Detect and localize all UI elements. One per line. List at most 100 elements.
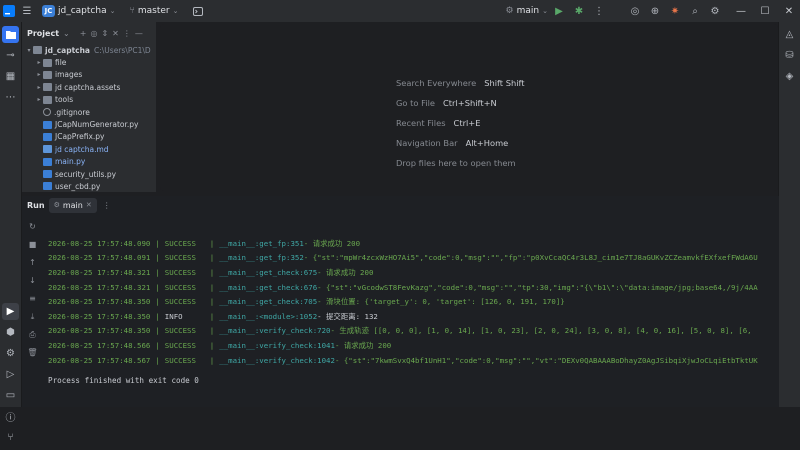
project-panel-title[interactable]: Project (27, 29, 59, 38)
chevron-down-icon[interactable]: ▾ (25, 47, 33, 54)
close-tab-icon[interactable]: ✕ (86, 201, 92, 209)
log-separator: | (209, 311, 215, 321)
run-tool-icon[interactable]: ▶ (2, 303, 19, 320)
tree-file[interactable]: jd captcha.md (22, 143, 156, 155)
chevron-right-icon[interactable]: ▸ (35, 71, 43, 78)
vcs-tool-icon[interactable]: ⑂ (2, 429, 19, 446)
more-actions-icon[interactable]: ⋮ (590, 2, 608, 20)
folder-icon (43, 70, 52, 79)
run-panel-title[interactable]: Run (27, 201, 45, 210)
log-source: __main__:<module>:1052 (219, 311, 318, 321)
log-message: - {"st":"7kwmSvxQ4bf1UnH1","code":0,"msg… (334, 355, 758, 365)
tree-item-label: .gitignore (54, 107, 90, 117)
tree-item-label: jd_captcha (45, 45, 90, 55)
collapse-all-icon[interactable]: ✕ (112, 29, 119, 38)
debug-icon[interactable]: ✱ (570, 2, 588, 20)
chevron-down-icon[interactable]: ⌄ (63, 29, 70, 38)
scroll-down-icon[interactable]: ↓ (25, 273, 40, 288)
project-switcher[interactable]: JC jd_captcha ⌄ (42, 5, 115, 17)
run-toolbar: ↻ ■ ↑ ↓ ≡ ⤓ ⎙ 🗑 (22, 216, 42, 363)
log-separator: | (209, 267, 215, 277)
python-icon: ⚙ (53, 201, 60, 209)
problems-icon[interactable]: ⓘ (2, 408, 19, 425)
services-icon[interactable]: ⚙ (2, 345, 19, 362)
sciview-icon[interactable]: ◈ (781, 68, 798, 85)
tree-folder[interactable]: ▸ file (22, 56, 156, 68)
run-config-selector[interactable]: ⚙ main ⌄ (506, 6, 548, 16)
run-options-icon[interactable]: ⋮ (103, 201, 111, 210)
python-packages-icon[interactable]: ⬢ (2, 324, 19, 341)
chevron-down-icon: ⌄ (172, 7, 179, 15)
gitignore-file-icon (43, 108, 51, 117)
hint-shortcut: Ctrl+Shift+N (443, 98, 497, 108)
tree-file[interactable]: main.py (22, 156, 156, 168)
rerun-icon[interactable]: ↻ (25, 219, 40, 234)
project-panel-header: Project ⌄ + ◎ ⇕ ✕ ⋮ — (22, 22, 156, 44)
log-message: - {"st":"mpWr4zcxWzHO7Ai5","code":0,"msg… (303, 253, 758, 263)
close-button[interactable]: ✕ (778, 0, 800, 22)
stop-icon[interactable]: ■ (25, 237, 40, 252)
chevron-right-icon[interactable]: ▸ (35, 59, 43, 66)
tree-root[interactable]: ▾ jd_captcha C:\Users\PC1\D (22, 44, 156, 56)
hint-label: Drop files here to open them (396, 158, 516, 168)
tree-folder[interactable]: ▸ images (22, 69, 156, 81)
python-console-icon[interactable]: ▷ (2, 366, 19, 383)
search-icon[interactable]: ⌕ (686, 2, 704, 20)
ai-assistant-icon[interactable]: ◎ (626, 2, 644, 20)
terminal-icon[interactable] (189, 2, 207, 20)
run-icon[interactable]: ▶ (550, 2, 568, 20)
hint-label: Recent Files (396, 118, 446, 128)
notifications-icon[interactable]: ◬ (781, 26, 798, 43)
settings-gear-icon[interactable]: ⚙ (706, 2, 724, 20)
tree-item-label: main.py (55, 157, 86, 167)
run-panel: Run ⚙ main ✕ ⋮ ↻ ■ ↑ ↓ ≡ ⤓ ⎙ 🗑 2026-08-2… (22, 196, 779, 407)
bottom-tool-icons: ▶ ⬢ ⚙ ▷ ▭ ⓘ ⑂ (0, 299, 21, 450)
chevron-right-icon[interactable]: ▸ (35, 84, 43, 91)
print-icon[interactable]: ⎙ (25, 327, 40, 342)
tree-file[interactable]: JCapPrefix.py (22, 131, 156, 143)
main-menu-icon[interactable]: ☰ (18, 2, 36, 20)
editor-hint: Drop files here to open them (396, 158, 516, 168)
clear-all-icon[interactable]: 🗑 (25, 345, 40, 360)
structure-icon[interactable]: ▦ (2, 68, 19, 85)
tree-file[interactable]: .gitignore (22, 106, 156, 118)
scroll-up-icon[interactable]: ↑ (25, 255, 40, 270)
tree-file[interactable]: JCapNumGenerator.py (22, 118, 156, 130)
app-logo-icon[interactable] (0, 2, 18, 20)
maximize-button[interactable]: ☐ (754, 0, 776, 22)
log-source: __main__:verify_check:1041 (219, 340, 335, 350)
expand-all-icon[interactable]: ⇕ (101, 29, 108, 38)
run-console[interactable]: 2026-08-25 17:57:48.090 | SUCCESS | __main__… (48, 236, 779, 407)
tree-file[interactable]: user_cbd.py (22, 180, 156, 192)
minimize-button[interactable]: — (730, 0, 752, 22)
log-message: - {"st":"vGcodwST8FevKazg","code":0,"msg… (317, 282, 758, 292)
log-separator: | (209, 282, 215, 292)
vcs-branch-widget[interactable]: ⑂ master ⌄ (129, 6, 178, 16)
tree-item-label: JCapPrefix.py (55, 132, 105, 142)
commit-icon[interactable]: ⊸ (2, 47, 19, 64)
editor-empty-area[interactable]: Search Everywhere Shift Shift Go to File Ct… (160, 24, 778, 191)
tree-file[interactable]: security_utils.py (22, 168, 156, 180)
markdown-file-icon (43, 145, 52, 154)
soft-wrap-icon[interactable]: ≡ (25, 291, 40, 306)
right-tool-stripe: ◬ ⛁ ◈ (778, 22, 800, 407)
hint-shortcut: Ctrl+E (453, 118, 481, 128)
tree-folder[interactable]: ▸ jd captcha.assets (22, 81, 156, 93)
run-tab-main[interactable]: ⚙ main ✕ (48, 197, 97, 213)
scroll-to-end-icon[interactable]: ⤓ (25, 309, 40, 324)
code-with-me-icon[interactable]: ⊕ (646, 2, 664, 20)
hint-label: Navigation Bar (396, 138, 458, 148)
terminal-tool-icon[interactable]: ▭ (2, 387, 19, 404)
hide-icon[interactable]: — (135, 29, 143, 38)
project-tool-icon[interactable] (2, 26, 19, 43)
options-icon[interactable]: ⋮ (123, 29, 131, 38)
plugin-icon[interactable]: ✷ (666, 2, 684, 20)
database-icon[interactable]: ⛁ (781, 47, 798, 64)
chevron-right-icon[interactable]: ▸ (35, 96, 43, 103)
add-icon[interactable]: + (80, 29, 87, 38)
log-separator: | (155, 253, 160, 263)
tree-item-label: tools (55, 95, 74, 105)
tree-folder[interactable]: ▸ tools (22, 94, 156, 106)
more-tools-icon[interactable]: ⋯ (2, 89, 19, 106)
locate-icon[interactable]: ◎ (90, 29, 97, 38)
